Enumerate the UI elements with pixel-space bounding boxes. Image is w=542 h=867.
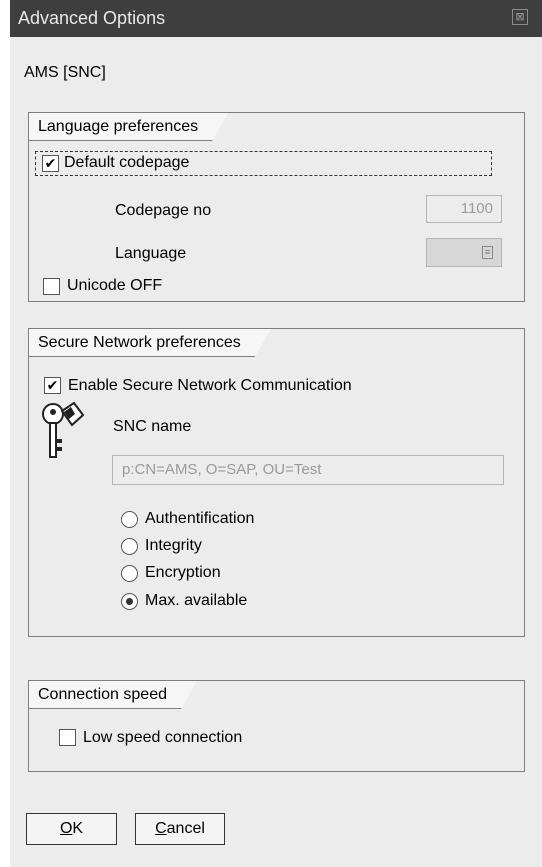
title-bar[interactable]: Advanced Options ⊠ (10, 0, 542, 37)
default-codepage-checkbox[interactable]: ✔ (42, 155, 59, 172)
codepage-no-field[interactable]: 1100 (426, 195, 502, 223)
max-available-label: Max. available (145, 592, 248, 609)
ok-button[interactable]: OK (26, 813, 117, 845)
language-dropdown[interactable]: ≡ (426, 238, 502, 267)
enable-snc-label: Enable Secure Network Communication (68, 377, 352, 394)
enable-snc-checkbox[interactable]: ✔ (44, 377, 61, 394)
cancel-mnemonic: C (155, 820, 167, 837)
key-icon (42, 401, 84, 458)
snc-name-label: SNC name (113, 418, 192, 435)
secure-network-preferences-group: Secure Network preferences ✔ Enable Secu… (28, 328, 525, 637)
language-preferences-title: Language preferences (29, 113, 228, 141)
dropdown-list-icon: ≡ (482, 246, 493, 259)
integrity-label: Integrity (145, 537, 202, 554)
radio-encryption[interactable] (121, 565, 138, 582)
codepage-no-label: Codepage no (115, 202, 212, 219)
radio-authentification[interactable] (121, 511, 138, 528)
ok-label-rest: K (72, 820, 84, 837)
cancel-label-rest: ancel (166, 820, 205, 837)
default-codepage-label: Default codepage (64, 154, 190, 171)
language-label: Language (115, 245, 187, 262)
radio-integrity[interactable] (121, 538, 138, 555)
close-icon[interactable]: ⊠ (512, 9, 528, 25)
unicode-off-checkbox[interactable] (43, 278, 60, 295)
language-preferences-group: Language preferences ✔ Default codepage … (28, 112, 525, 302)
connection-speed-group: Connection speed Low speed connection (28, 680, 525, 772)
radio-max-available[interactable] (121, 593, 138, 610)
encryption-label: Encryption (145, 564, 221, 581)
snc-name-field[interactable]: p:CN=AMS, O=SAP, OU=Test (112, 455, 504, 485)
authentification-label: Authentification (145, 510, 255, 527)
cancel-button[interactable]: Cancel (135, 813, 225, 845)
connection-speed-title: Connection speed (29, 681, 197, 709)
ok-mnemonic: O (59, 820, 73, 837)
connection-name: AMS [SNC] (24, 64, 106, 81)
advanced-options-dialog: Advanced Options ⊠ AMS [SNC] Language pr… (10, 0, 542, 867)
low-speed-label: Low speed connection (83, 729, 243, 746)
window-title: Advanced Options (18, 8, 166, 28)
low-speed-checkbox[interactable] (59, 729, 76, 746)
secure-network-preferences-title: Secure Network preferences (29, 329, 271, 357)
unicode-off-label: Unicode OFF (67, 277, 163, 294)
